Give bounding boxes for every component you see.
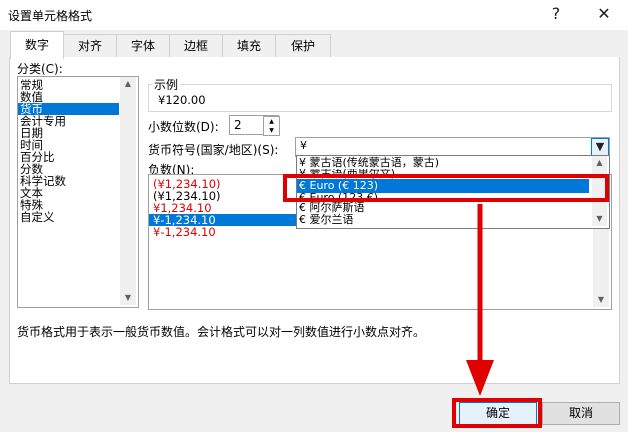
scroll-down-icon[interactable]: ▼ (593, 293, 609, 307)
chevron-down-icon[interactable]: ▼ (591, 138, 609, 156)
category-scrollbar[interactable]: ▲ ▼ (120, 77, 136, 305)
tab-font[interactable]: 字体 (116, 34, 170, 57)
tab-alignment[interactable]: 对齐 (63, 34, 117, 57)
annotation-box (283, 174, 609, 202)
sample-value: ¥120.00 (158, 93, 206, 107)
tab-protection[interactable]: 保护 (275, 34, 331, 57)
stepper-up-icon[interactable]: ▲ (264, 117, 279, 126)
currency-label: 货币符号(国家/地区)(S): (148, 143, 279, 157)
cancel-button[interactable]: 取消 (542, 402, 620, 425)
currency-select[interactable]: ¥ (295, 137, 610, 157)
scroll-up-icon[interactable]: ▲ (592, 156, 607, 170)
scroll-down-icon[interactable]: ▼ (592, 212, 607, 226)
scroll-up-icon[interactable]: ▲ (120, 77, 136, 91)
dialog-title: 设置单元格格式 (8, 9, 93, 23)
decimal-label: 小数位数(D): (148, 120, 219, 134)
sample-title: 示例 (152, 76, 181, 93)
format-description: 货币格式用于表示一般货币数值。会计格式可以对一列数值进行小数点对齐。 (17, 325, 426, 339)
scroll-down-icon[interactable]: ▼ (120, 291, 136, 305)
decimal-stepper[interactable]: ▲ ▼ (263, 116, 280, 136)
close-icon[interactable]: ✕ (592, 2, 616, 26)
currency-selected-value: ¥ (300, 139, 307, 152)
currency-option[interactable]: ¥ 蒙古语(传统蒙古语，蒙古) (297, 157, 609, 169)
currency-option[interactable]: € 爱尔兰语 (297, 214, 609, 226)
category-label: 分类(C): (17, 62, 63, 76)
annotation-arrow (466, 204, 494, 396)
title-bar (0, 0, 628, 30)
help-icon[interactable]: ? (544, 2, 568, 26)
tab-fill[interactable]: 填充 (222, 34, 276, 57)
sample-group (148, 84, 612, 112)
tab-border[interactable]: 边框 (169, 34, 223, 57)
annotation-box (452, 398, 542, 428)
tab-number[interactable]: 数字 (10, 31, 64, 59)
stepper-down-icon[interactable]: ▼ (264, 126, 279, 135)
